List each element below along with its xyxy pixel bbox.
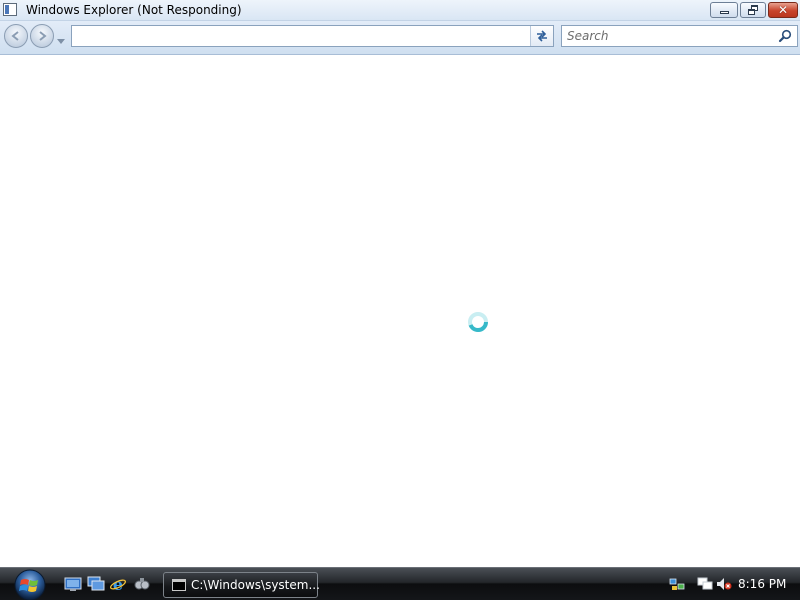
minimize-button[interactable] <box>710 2 738 18</box>
minimize-icon <box>720 11 729 14</box>
volume-muted-icon[interactable] <box>716 576 732 592</box>
close-icon: ✕ <box>777 3 789 17</box>
screen: Windows Explorer (Not Responding) ✕ Sear… <box>0 0 800 600</box>
forward-button[interactable] <box>30 24 54 48</box>
media-player-icon[interactable] <box>133 576 151 592</box>
chevron-down-icon <box>57 39 65 44</box>
clock[interactable]: 8:16 PM <box>738 577 786 591</box>
search-box[interactable] <box>561 25 798 47</box>
search-icon[interactable] <box>778 29 792 43</box>
search-input[interactable] <box>564 27 778 45</box>
address-input[interactable] <box>74 27 530 45</box>
title-bar[interactable]: Windows Explorer (Not Responding) ✕ <box>0 0 800 21</box>
show-desktop-icon[interactable] <box>64 576 82 592</box>
command-prompt-icon <box>172 579 186 591</box>
close-button[interactable]: ✕ <box>768 2 798 18</box>
forward-arrow-icon <box>39 31 47 41</box>
connection-icon[interactable] <box>697 576 713 592</box>
internet-explorer-icon[interactable]: e <box>109 575 127 594</box>
restore-icon <box>748 5 759 15</box>
window-title: Windows Explorer (Not Responding) <box>26 3 242 17</box>
address-bar[interactable] <box>71 25 554 47</box>
restore-button[interactable] <box>740 2 766 18</box>
taskbar-button-command-prompt[interactable]: C:\Windows\system... <box>163 572 320 598</box>
windows-logo-icon <box>14 569 46 600</box>
refresh-icon <box>537 30 547 42</box>
network-tray-icon[interactable] <box>669 576 685 592</box>
svg-text:e: e <box>113 576 123 592</box>
content-area[interactable] <box>0 55 800 567</box>
busy-cursor-icon <box>468 312 488 332</box>
taskbar: e C:\Windows\system... 8:16 PM <box>0 567 800 600</box>
back-button[interactable] <box>4 24 28 48</box>
switch-windows-icon[interactable] <box>87 576 105 592</box>
start-button[interactable] <box>8 568 52 600</box>
back-arrow-icon <box>11 31 19 41</box>
recent-pages-button[interactable] <box>56 31 66 44</box>
taskbar-button-label: C:\Windows\system... <box>191 578 320 592</box>
navigation-bar <box>0 21 800 55</box>
refresh-button[interactable] <box>530 26 553 46</box>
explorer-window-icon[interactable] <box>3 3 17 16</box>
